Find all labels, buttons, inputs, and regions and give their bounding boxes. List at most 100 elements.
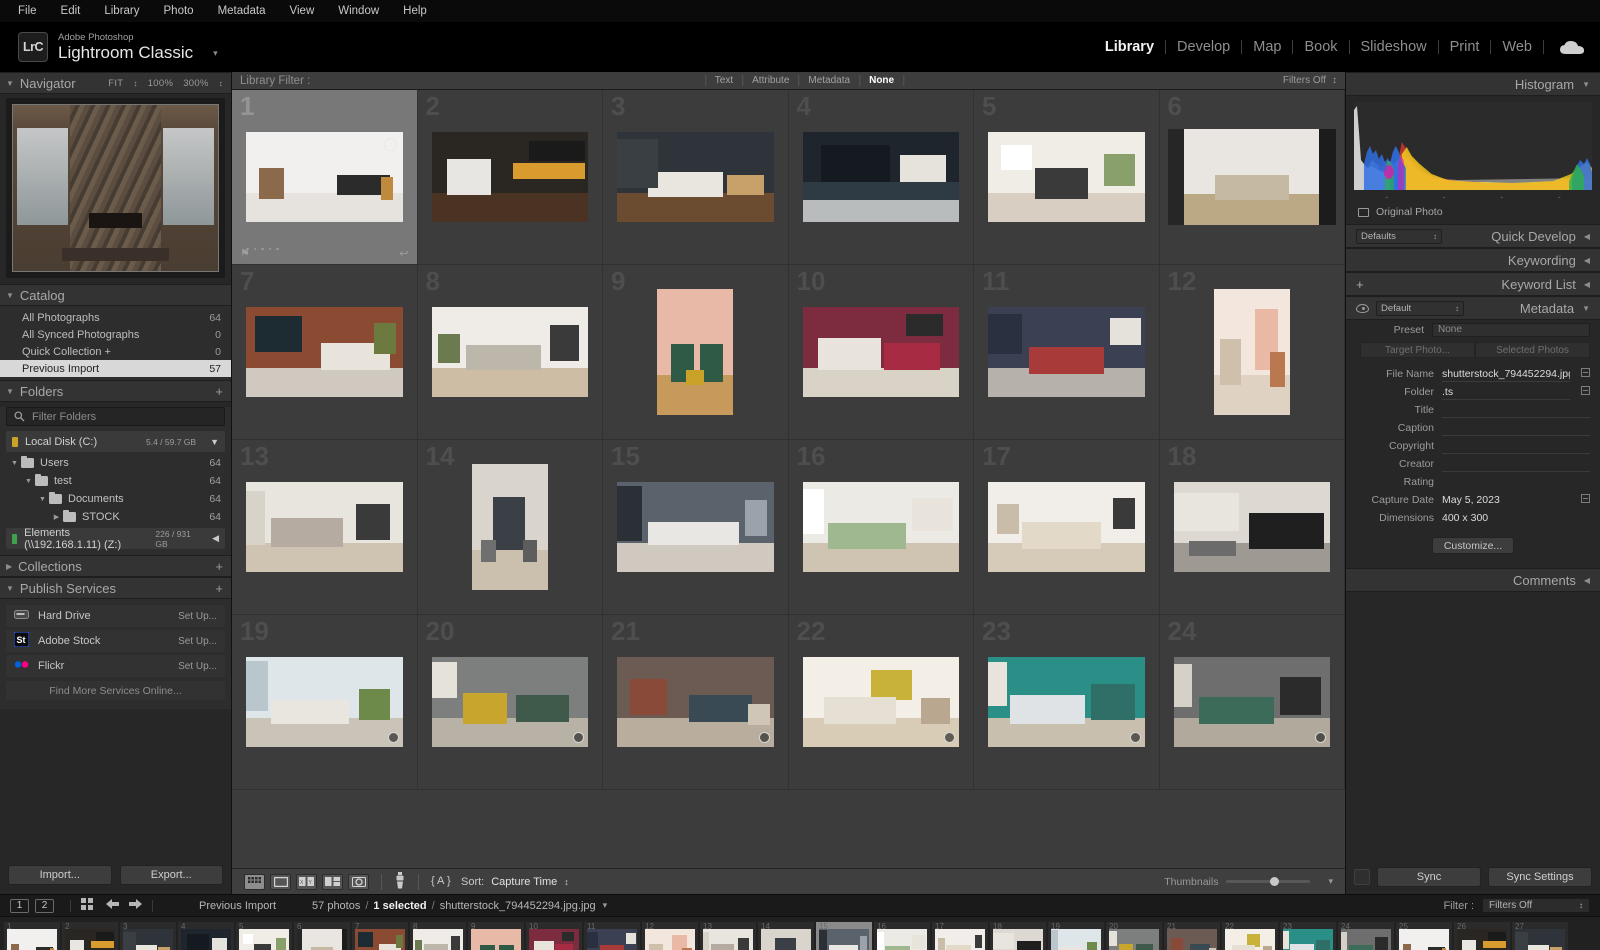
- menu-item-file[interactable]: File: [6, 3, 49, 19]
- photo-thumbnail[interactable]: [988, 657, 1145, 747]
- folder-twisty-icon[interactable]: ▶: [50, 513, 63, 521]
- filmstrip-thumbnail[interactable]: 16: [874, 922, 930, 950]
- status-filter-select[interactable]: Filters Off ↕: [1482, 898, 1590, 913]
- zoom-100-label[interactable]: 100%: [148, 78, 174, 89]
- photo-thumbnail[interactable]: [1174, 482, 1331, 572]
- target-photo-button[interactable]: Target Photo...: [1360, 342, 1475, 358]
- module-slideshow[interactable]: Slideshow: [1350, 39, 1438, 55]
- quick-develop-preset-control[interactable]: Defaults ↕: [1356, 229, 1442, 244]
- grid-view-container[interactable]: 1⚑↩2345678910111213141516171819202122232…: [232, 90, 1345, 868]
- folders-twisty-icon[interactable]: ▼: [6, 387, 14, 396]
- photo-thumbnail[interactable]: [617, 132, 774, 222]
- metadata-field-action-icon[interactable]: [1581, 386, 1590, 398]
- navigator-twisty-icon[interactable]: ▼: [6, 79, 14, 88]
- metadata-field-value[interactable]: May 5, 2023: [1442, 493, 1570, 508]
- photo-thumbnail[interactable]: [803, 132, 960, 222]
- publish-service-adobe-stock[interactable]: StAdobe StockSet Up...: [6, 630, 225, 652]
- folders-header[interactable]: ▼ Folders +: [0, 380, 231, 402]
- collections-header[interactable]: ▶ Collections +: [0, 555, 231, 577]
- status-filter-stepper-icon[interactable]: ↕: [1579, 901, 1583, 910]
- menu-item-metadata[interactable]: Metadata: [206, 3, 278, 19]
- eye-icon[interactable]: [1356, 304, 1369, 313]
- photo-thumbnail[interactable]: [1168, 129, 1337, 225]
- comments-twisty-icon[interactable]: ◀: [1584, 576, 1590, 585]
- metadata-field-value[interactable]: [1442, 457, 1590, 472]
- import-button[interactable]: Import...: [8, 865, 112, 885]
- comments-header[interactable]: Comments ◀: [1346, 568, 1600, 592]
- identity-plate[interactable]: LrC Adobe Photoshop Lightroom Classic ▾: [0, 32, 218, 63]
- filter-tab-none[interactable]: None: [860, 75, 904, 86]
- menu-item-help[interactable]: Help: [391, 3, 439, 19]
- grid-cell[interactable]: 16: [789, 440, 975, 615]
- publish-service-flickr[interactable]: FlickrSet Up...: [6, 655, 225, 677]
- module-develop[interactable]: Develop: [1166, 39, 1241, 55]
- people-view-icon[interactable]: [348, 874, 369, 890]
- quick-develop-preset-stepper-icon[interactable]: ↕: [1433, 232, 1437, 241]
- photo-thumbnail[interactable]: [1214, 289, 1290, 415]
- grid-cell[interactable]: 1⚑↩: [232, 90, 418, 265]
- metadata-field-value[interactable]: 400 x 300: [1442, 511, 1590, 526]
- toolbar-collapse-icon[interactable]: ▾: [1328, 876, 1333, 887]
- grid-cell[interactable]: 13: [232, 440, 418, 615]
- filmstrip-thumbnail[interactable]: 10: [526, 922, 582, 950]
- grid-cell[interactable]: 14: [418, 440, 604, 615]
- filter-folders-input[interactable]: Filter Folders: [6, 407, 225, 426]
- photo-thumbnail[interactable]: [617, 657, 774, 747]
- grid-cell[interactable]: 18: [1160, 440, 1346, 615]
- page-2-button[interactable]: 2: [35, 899, 54, 913]
- filmstrip-thumbnail[interactable]: 13: [700, 922, 756, 950]
- photo-thumbnail[interactable]: [617, 482, 774, 572]
- publish-service-setup-link[interactable]: Set Up...: [178, 661, 217, 672]
- grid-cell[interactable]: 3: [603, 90, 789, 265]
- selected-photos-button[interactable]: Selected Photos: [1475, 342, 1590, 358]
- filmstrip-thumbnail[interactable]: 7: [352, 922, 408, 950]
- photo-thumbnail[interactable]: [803, 657, 960, 747]
- filter-tab-metadata[interactable]: Metadata: [799, 75, 860, 86]
- find-more-services-button[interactable]: Find More Services Online...: [6, 681, 225, 700]
- publish-service-setup-link[interactable]: Set Up...: [178, 611, 217, 622]
- menu-item-photo[interactable]: Photo: [152, 3, 206, 19]
- grid-cell[interactable]: 12: [1160, 265, 1346, 440]
- filmstrip-thumbnail[interactable]: 23: [1280, 922, 1336, 950]
- photo-thumbnail[interactable]: [432, 132, 589, 222]
- filmstrip-thumbnail[interactable]: 15: [816, 922, 872, 950]
- navigator-preview[interactable]: [6, 98, 225, 278]
- module-print[interactable]: Print: [1439, 39, 1491, 55]
- grid-cell[interactable]: 10: [789, 265, 975, 440]
- metadata-header[interactable]: Default ↕ Metadata ▼: [1346, 296, 1600, 320]
- sync-button[interactable]: Sync: [1377, 867, 1481, 887]
- flag-icon[interactable]: ⚑: [240, 247, 250, 260]
- metadata-field-value[interactable]: [1442, 403, 1590, 418]
- menu-item-edit[interactable]: Edit: [49, 3, 93, 19]
- original-photo-toggle[interactable]: Original Photo: [1346, 202, 1600, 224]
- grid-icon[interactable]: [81, 898, 94, 914]
- catalog-twisty-icon[interactable]: ▼: [6, 291, 14, 300]
- filmstrip-thumbnail[interactable]: 1: [4, 922, 60, 950]
- filmstrip-thumbnail[interactable]: 20: [1106, 922, 1162, 950]
- loupe-view-icon[interactable]: [270, 874, 291, 890]
- photo-thumbnail[interactable]: [246, 132, 403, 222]
- histogram-twisty-icon[interactable]: ▼: [1582, 80, 1590, 89]
- rating-badge-icon[interactable]: [384, 138, 397, 151]
- folder-twisty-icon[interactable]: ▼: [36, 496, 49, 503]
- grid-cell[interactable]: 20: [418, 615, 604, 790]
- grid-cell[interactable]: 9: [603, 265, 789, 440]
- filmstrip-thumbnail[interactable]: 17: [932, 922, 988, 950]
- photo-thumbnail[interactable]: [1174, 657, 1331, 747]
- folder-row-stock[interactable]: ▶STOCK64: [0, 508, 231, 526]
- metadata-view-control[interactable]: Default ↕: [1356, 301, 1464, 316]
- quick-develop-twisty-icon[interactable]: ◀: [1584, 232, 1590, 241]
- thumbnail-size-control[interactable]: Thumbnails ▾: [1164, 876, 1333, 888]
- filmstrip-thumbnail[interactable]: 8: [410, 922, 466, 950]
- keywording-twisty-icon[interactable]: ◀: [1584, 256, 1590, 265]
- keyword-add-icon[interactable]: +: [1356, 277, 1364, 292]
- zoom-300-stepper-icon[interactable]: ↕: [219, 79, 223, 88]
- grid-cell[interactable]: 19: [232, 615, 418, 790]
- rating-dots[interactable]: [246, 248, 279, 251]
- photo-thumbnail[interactable]: [988, 482, 1145, 572]
- grid-cell[interactable]: 7: [232, 265, 418, 440]
- filters-off-stepper-icon[interactable]: ↕: [1332, 75, 1337, 86]
- sort-value[interactable]: Capture Time: [491, 876, 557, 888]
- publish-service-hard-drive[interactable]: Hard DriveSet Up...: [6, 605, 225, 627]
- compare-view-icon[interactable]: XY: [296, 874, 317, 890]
